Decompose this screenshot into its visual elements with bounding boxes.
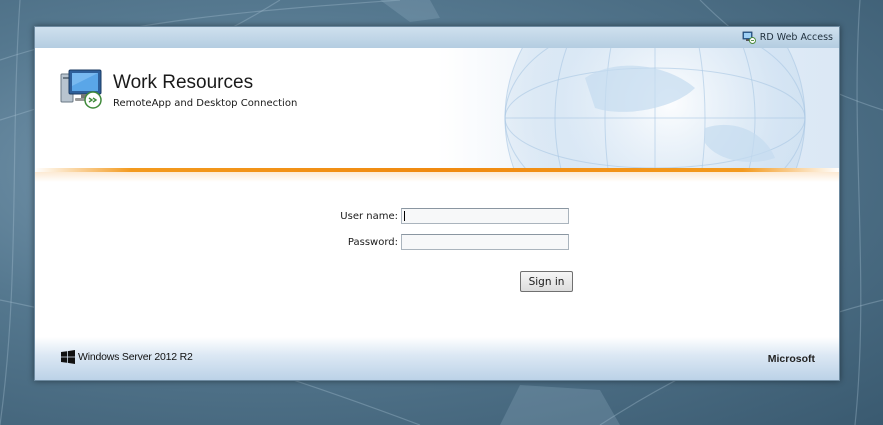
rd-web-access-link[interactable]: RD Web Access <box>742 30 833 45</box>
sign-in-button[interactable]: Sign in <box>520 271 573 292</box>
footer-bar: Windows Server 2012 R2 Microsoft <box>35 337 839 380</box>
globe-watermark <box>504 48 806 168</box>
product-name: Windows Server 2012 R2 <box>78 351 193 363</box>
username-row: User name: <box>328 208 569 224</box>
top-bar: RD Web Access <box>35 27 839 49</box>
rd-web-access-label: RD Web Access <box>759 32 833 43</box>
username-input[interactable] <box>401 208 569 224</box>
rd-web-access-window: RD Web Access Work Resources RemoteApp a… <box>34 26 840 381</box>
username-label: User name: <box>340 210 398 222</box>
page-title: Work Resources <box>113 72 254 93</box>
remote-desktop-computer-icon <box>60 69 102 109</box>
password-input[interactable] <box>401 234 569 250</box>
password-row: Password: <box>328 234 569 250</box>
password-label: Password: <box>347 236 398 248</box>
header-banner: Work Resources RemoteApp and Desktop Con… <box>35 48 839 168</box>
page-subtitle: RemoteApp and Desktop Connection <box>113 98 298 109</box>
windows-server-brand: Windows Server 2012 R2 <box>61 350 193 364</box>
microsoft-logo: Microsoft <box>767 353 815 365</box>
text-caret <box>404 211 405 221</box>
windows-logo-icon <box>61 350 75 364</box>
orange-divider-glow <box>35 172 839 182</box>
rd-web-access-icon <box>742 31 756 44</box>
